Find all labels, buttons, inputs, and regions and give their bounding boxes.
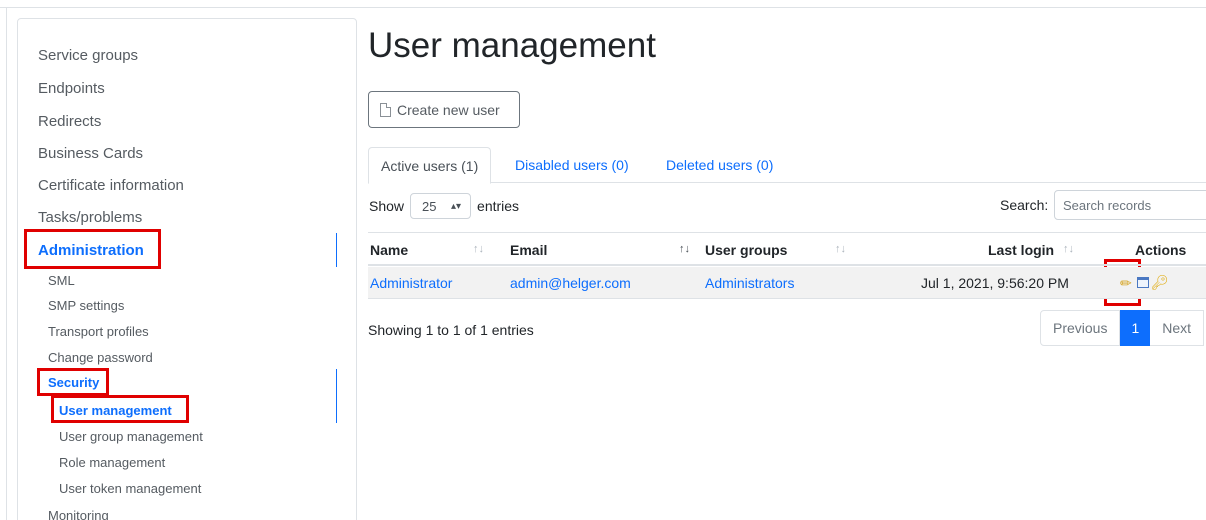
previous-page-button[interactable]: Previous (1040, 310, 1121, 346)
select-arrows-icon: ▴▾ (450, 200, 462, 212)
sidebar-item-business-cards[interactable]: Business Cards (38, 145, 143, 162)
window-icon[interactable] (1137, 277, 1149, 288)
highlight-security (37, 368, 109, 396)
show-label: Show (369, 198, 405, 214)
user-name-link[interactable]: Administrator (370, 275, 452, 291)
active-subsection-indicator (336, 369, 337, 423)
left-divider (6, 7, 7, 520)
sidebar-item-certificate-information[interactable]: Certificate information (38, 177, 184, 194)
table-info: Showing 1 to 1 of 1 entries (368, 322, 534, 338)
sidebar-item-user-group-management[interactable]: User group management (59, 429, 203, 444)
page-title: User management (368, 26, 656, 65)
active-section-indicator (336, 233, 337, 267)
pagination: Previous 1 Next (1040, 310, 1205, 346)
column-user-groups[interactable]: User groups (705, 242, 787, 258)
sidebar-item-service-groups[interactable]: Service groups (38, 47, 138, 64)
entries-select-value: 25 (422, 198, 437, 214)
create-new-user-label: Create new user (397, 101, 500, 118)
entries-label: entries (477, 198, 520, 214)
column-name[interactable]: Name (370, 242, 408, 258)
table-row: Administrator admin@helger.com Administr… (368, 267, 1206, 299)
search-label: Search: (1000, 197, 1049, 213)
sidebar-item-change-password[interactable]: Change password (48, 350, 153, 365)
next-page-button[interactable]: Next (1150, 310, 1205, 346)
sidebar-item-tasks-problems[interactable]: Tasks/problems (38, 209, 142, 226)
table-header: Name ↑↓ Email ↑↓ User groups ↑↓ Last log… (368, 232, 1206, 266)
sort-icon[interactable]: ↑↓ (835, 243, 846, 255)
sort-icon[interactable]: ↑↓ (679, 243, 690, 255)
sidebar-item-sml[interactable]: SML (48, 273, 75, 288)
sidebar-item-transport-profiles[interactable]: Transport profiles (48, 324, 149, 339)
sidebar: Service groups Endpoints Redirects Busin… (17, 18, 357, 520)
sidebar-item-redirects[interactable]: Redirects (38, 113, 101, 130)
sidebar-item-role-management[interactable]: Role management (59, 455, 165, 470)
last-login-value: Jul 1, 2021, 9:56:20 PM (921, 275, 1069, 291)
sort-icon[interactable]: ↑↓ (1063, 243, 1074, 255)
entries-select[interactable]: 25 ▴▾ (410, 193, 472, 219)
column-actions: Actions (1135, 242, 1187, 258)
highlight-user-management (51, 395, 189, 423)
page-1-button[interactable]: 1 (1120, 310, 1151, 346)
user-tabs: Active users (1) Disabled users (0) Dele… (368, 147, 1206, 184)
pencil-icon[interactable]: ✏ (1120, 275, 1132, 292)
page-length-control: Show 25 ▴▾ entries (369, 193, 519, 219)
sidebar-item-user-token-management[interactable]: User token management (59, 481, 201, 496)
key-icon[interactable]: 🔑︎ (1151, 274, 1169, 291)
search-input[interactable] (1054, 190, 1206, 220)
sidebar-item-monitoring[interactable]: Monitoring (48, 508, 109, 520)
user-email-link[interactable]: admin@helger.com (510, 275, 631, 291)
tab-active-users[interactable]: Active users (1) (368, 147, 492, 184)
highlight-administration (24, 229, 161, 269)
user-groups-link[interactable]: Administrators (705, 275, 794, 291)
tab-disabled-users[interactable]: Disabled users (0) (503, 147, 641, 183)
create-new-user-button[interactable]: Create new user (368, 91, 520, 128)
sidebar-item-endpoints[interactable]: Endpoints (38, 80, 105, 97)
column-email[interactable]: Email (510, 242, 547, 258)
sort-icon[interactable]: ↑↓ (473, 243, 484, 255)
top-divider (0, 7, 1206, 8)
tab-deleted-users[interactable]: Deleted users (0) (654, 147, 785, 183)
sidebar-item-smp-settings[interactable]: SMP settings (48, 298, 124, 313)
column-last-login[interactable]: Last login (988, 242, 1054, 258)
document-icon (380, 102, 391, 117)
